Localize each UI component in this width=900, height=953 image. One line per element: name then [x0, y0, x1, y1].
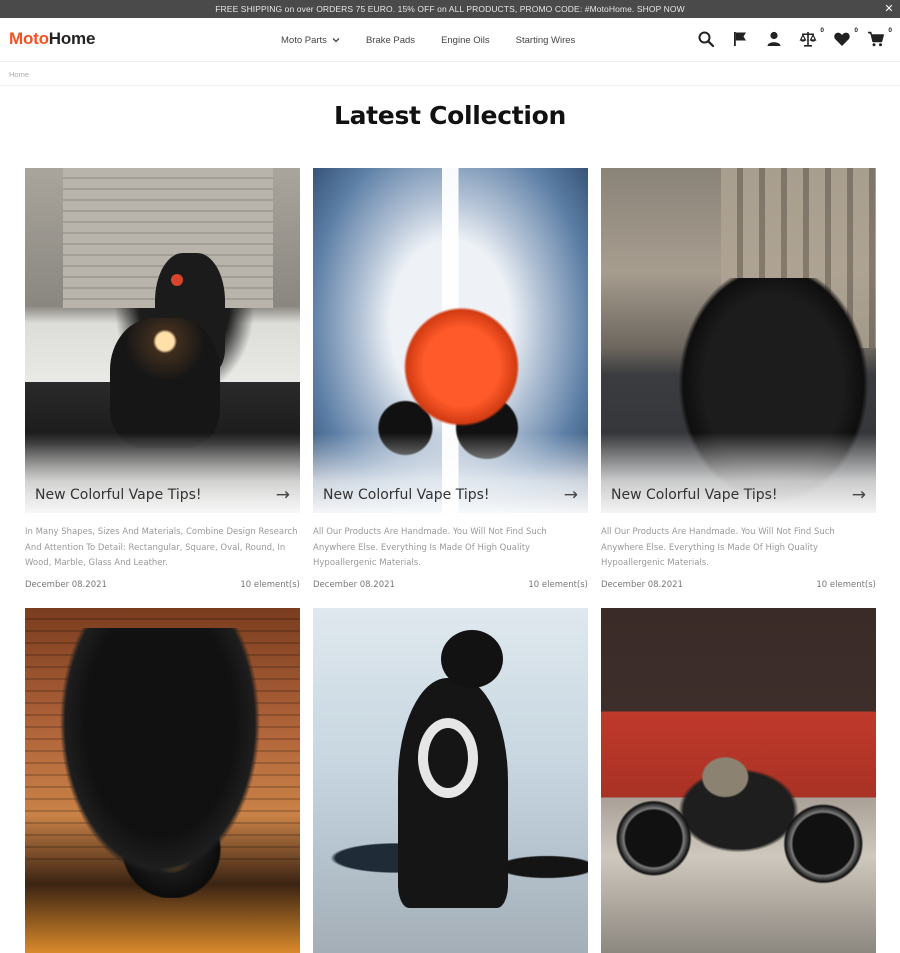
nav-item-label: Starting Wires	[515, 34, 576, 46]
flag-icon	[734, 32, 746, 46]
collection-card: New Colorful Vape Tips! → All Our Produc…	[313, 168, 588, 590]
logo-part-moto: Moto	[9, 29, 49, 48]
account-button[interactable]	[765, 30, 785, 50]
nav-item-engine-oils[interactable]: Engine Oils	[441, 35, 490, 46]
card-title[interactable]: New Colorful Vape Tips!	[611, 487, 778, 503]
card-element-count: 10 element(s)	[240, 579, 300, 590]
card-element-count: 10 element(s)	[816, 579, 876, 590]
breadcrumb: Home	[0, 63, 900, 86]
promo-bar: FREE SHIPPING on over ORDERS 75 EURO. 15…	[0, 0, 900, 18]
card-image-link[interactable]: New Colorful Vape Tips! →	[601, 168, 876, 513]
card-photo	[601, 608, 876, 953]
user-icon	[767, 31, 781, 46]
nav-item-label: Moto Parts	[281, 34, 327, 46]
card-description: All Our Products Are Handmade. You Will …	[601, 527, 835, 568]
card-date: December 08.2021	[25, 579, 107, 590]
nav-item-label: Engine Oils	[441, 34, 490, 46]
collection-card: New Colorful Vape Tips! → All Our Produc…	[601, 168, 876, 590]
card-title[interactable]: New Colorful Vape Tips!	[323, 487, 490, 503]
card-photo	[313, 608, 588, 953]
card-date: December 08.2021	[313, 579, 395, 590]
search-button[interactable]	[697, 30, 717, 50]
cart-count: 0	[888, 27, 892, 34]
header-icons: 0 0 0	[697, 27, 892, 50]
arrow-right-icon[interactable]: →	[852, 485, 866, 505]
card-meta: December 08.2021 10 element(s)	[25, 580, 300, 590]
collection-card	[601, 608, 876, 953]
compare-count: 0	[820, 27, 824, 34]
card-meta: December 08.2021 10 element(s)	[601, 580, 876, 590]
card-meta: December 08.2021 10 element(s)	[313, 580, 588, 590]
collection-card: New Colorful Vape Tips! → In Many Shapes…	[25, 168, 300, 590]
card-image-link[interactable]: New Colorful Vape Tips! →	[25, 168, 300, 513]
chevron-down-icon	[332, 36, 340, 45]
search-icon	[698, 31, 715, 48]
card-image-link[interactable]	[25, 608, 300, 953]
logo-part-home: Home	[48, 29, 96, 48]
card-image-link[interactable]: New Colorful Vape Tips! →	[313, 168, 588, 513]
arrow-right-icon[interactable]: →	[564, 485, 578, 505]
page-title: Latest Collection	[333, 101, 567, 130]
card-image-link[interactable]	[313, 608, 588, 953]
card-element-count: 10 element(s)	[528, 579, 588, 590]
promo-text[interactable]: FREE SHIPPING on over ORDERS 75 EURO. 15…	[215, 4, 684, 14]
site-header: MotoHome Moto Parts Brake Pads Engine Oi…	[0, 18, 900, 62]
collection-card	[313, 608, 588, 953]
compare-icon	[799, 32, 817, 47]
card-photo	[25, 608, 300, 953]
collection-card	[25, 608, 300, 953]
compare-button[interactable]: 0	[799, 27, 824, 50]
card-image-link[interactable]	[601, 608, 876, 953]
wishlist-button[interactable]: 0	[833, 27, 858, 50]
card-date: December 08.2021	[601, 579, 683, 590]
wishlist-count: 0	[854, 27, 858, 34]
close-icon[interactable]: ✕	[882, 0, 896, 18]
logo[interactable]: MotoHome	[9, 29, 95, 49]
nav-item-brake-pads[interactable]: Brake Pads	[366, 35, 415, 46]
arrow-right-icon[interactable]: →	[276, 485, 290, 505]
card-description: All Our Products Are Handmade. You Will …	[313, 527, 547, 568]
nav-item-starting-wires[interactable]: Starting Wires	[516, 35, 576, 46]
card-title[interactable]: New Colorful Vape Tips!	[35, 487, 202, 503]
heart-icon	[834, 32, 850, 46]
main-nav: Moto Parts Brake Pads Engine Oils Starti…	[281, 18, 601, 62]
card-description: In Many Shapes, Sizes And Materials, Com…	[25, 527, 298, 568]
language-button[interactable]	[731, 30, 751, 50]
cart-button[interactable]: 0	[867, 27, 892, 50]
nav-item-label: Brake Pads	[365, 34, 416, 46]
cart-icon	[868, 31, 884, 47]
nav-item-moto-parts[interactable]: Moto Parts	[281, 35, 340, 46]
breadcrumb-home[interactable]: Home	[9, 70, 29, 79]
